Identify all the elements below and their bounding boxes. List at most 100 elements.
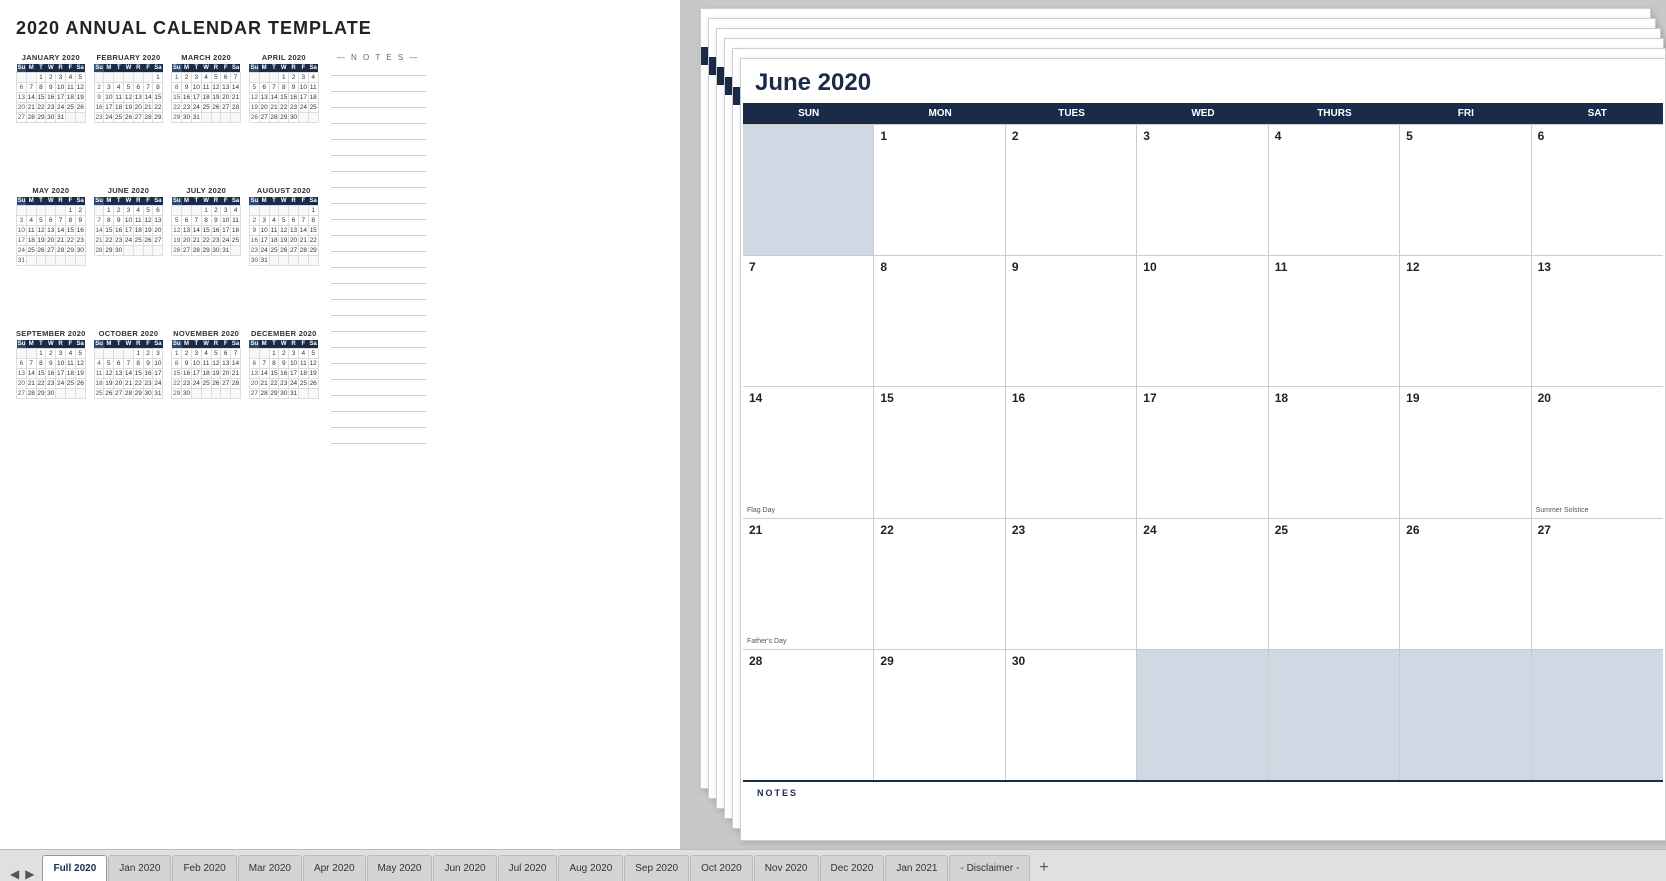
mini-cal-table-jun: SuMTWRFSa1234567891011121314151617181920… [94,197,164,256]
mini-cal-title-dec: DECEMBER 2020 [249,329,319,338]
mini-cal-table-dec: SuMTWRFSa1234567891011121314151617181920… [249,340,319,399]
nav-right-arrow[interactable]: ▶ [23,867,36,881]
june-day-27: 27 [1532,519,1663,649]
june-day-22: 22 [874,519,1005,649]
nav-left-arrow[interactable]: ◀ [8,867,21,881]
add-tab-button[interactable]: + [1031,855,1056,881]
right-panel: January 2020 SUNMONTUESWEDTHURSFRISAT Fe… [680,0,1666,849]
note-line [331,308,426,316]
june-day-19: 19 [1400,387,1531,517]
mini-calendars-grid: JANUARY 2020 SuMTWRFSa1234567891011121314… [16,53,319,452]
june-day-empty [743,125,874,255]
mini-cal-title-may: MAY 2020 [16,186,86,195]
mini-cal-title-aug: AUGUST 2020 [249,186,319,195]
mini-cal-nov: NOVEMBER 2020SuMTWRFSa123456789101112131… [171,329,241,452]
header-tues: TUES [1006,108,1137,119]
june-day-14: 14Flag Day [743,387,874,517]
june-body: 1 2 3 4 5 6 7 8 9 10 [743,124,1663,840]
mini-cal-table-mar: SuMTWRFSa1234567891011121314151617181920… [171,64,241,123]
tab-bar: ◀ ▶ Full 2020Jan 2020Feb 2020Mar 2020Apr… [0,849,1666,881]
june-day-16: 16 [1006,387,1137,517]
june-week-1: 1 2 3 4 5 6 [743,124,1663,255]
tab-aug-2020[interactable]: Aug 2020 [558,855,623,881]
tab-dec-2020[interactable]: Dec 2020 [820,855,885,881]
june-week-3: 14Flag Day 15 16 17 18 19 20Summer Solst… [743,386,1663,517]
annual-title: 2020 ANNUAL CALENDAR TEMPLATE [16,18,664,39]
june-day-8: 8 [874,256,1005,386]
june-notes: NOTES [743,780,1663,840]
note-line [331,324,426,332]
header-fri: FRI [1400,108,1531,119]
mini-cal-title-mar: MARCH 2020 [171,53,241,62]
june-day-12: 12 [1400,256,1531,386]
mini-cal-table-oct: SuMTWRFSa1234567891011121314151617181920… [94,340,164,399]
mini-cal-feb: FEBRUARY 2020SuMTWRFSa123456789101112131… [94,53,164,176]
june-day-15: 15 [874,387,1005,517]
mini-cal-table-jul: SuMTWRFSa1234567891011121314151617181920… [171,197,241,256]
note-line [331,68,426,76]
mini-cal-table-nov: SuMTWRFSa1234567891011121314151617181920… [171,340,241,399]
note-line [331,116,426,124]
june-day-empty-4 [1400,650,1531,780]
tab-nov-2020[interactable]: Nov 2020 [754,855,819,881]
page-jun: June 2020 SUN MON TUES WED THURS FRI SAT [740,58,1666,841]
mini-cal-title-jul: JULY 2020 [171,186,241,195]
note-line [331,420,426,428]
june-day-24: 24 [1137,519,1268,649]
notes-label: — N O T E S — [331,53,426,62]
tab-oct-2020[interactable]: Oct 2020 [690,855,753,881]
mini-cal-title-apr: APRIL 2020 [249,53,319,62]
mini-cal-title-jan: JANUARY 2020 [16,53,86,62]
note-line [331,132,426,140]
note-line [331,244,426,252]
fathers-day-event: Father's Day [747,638,786,645]
tab-jan-2021[interactable]: Jan 2021 [885,855,948,881]
note-line [331,100,426,108]
june-day-17: 17 [1137,387,1268,517]
tab-full-2020[interactable]: Full 2020 [42,855,107,881]
mini-cal-mar: MARCH 2020 SuMTWRFSa123456789101112131415… [171,53,241,176]
june-title: June 2020 [741,59,1665,103]
note-line [331,260,426,268]
note-line [331,292,426,300]
june-week-5: 28 29 30 [743,649,1663,780]
left-panel: 2020 ANNUAL CALENDAR TEMPLATE JANUARY 20… [0,0,680,849]
tab-apr-2020[interactable]: Apr 2020 [303,855,366,881]
notes-lines [331,68,426,444]
note-line [331,388,426,396]
june-day-empty-2 [1137,650,1268,780]
calendar-stack: January 2020 SUNMONTUESWEDTHURSFRISAT Fe… [680,0,1666,849]
mini-cal-table-jan: SuMTWRFSa1234567891011121314151617181920… [16,64,86,123]
june-day-9: 9 [1006,256,1137,386]
mini-cal-dec: DECEMBER 2020 SuMTWRFSa123456789101112131… [249,329,319,452]
tab-may-2020[interactable]: May 2020 [367,855,433,881]
main-area: 2020 ANNUAL CALENDAR TEMPLATE JANUARY 20… [0,0,1666,849]
june-calendar: June 2020 SUN MON TUES WED THURS FRI SAT [741,59,1665,840]
tab---disclaimer--[interactable]: - Disclaimer - [949,855,1030,881]
june-day-21: 21Father's Day [743,519,874,649]
tab-jul-2020[interactable]: Jul 2020 [498,855,558,881]
tab-sep-2020[interactable]: Sep 2020 [624,855,689,881]
mini-cal-title-sep: SEPTEMBER 2020 [16,329,86,338]
header-wed: WED [1137,108,1268,119]
june-day-13: 13 [1532,256,1663,386]
note-line [331,212,426,220]
june-day-30: 30 [1006,650,1137,780]
note-line [331,276,426,284]
mini-cal-table-feb: SuMTWRFSa1234567891011121314151617181920… [94,64,164,123]
tab-mar-2020[interactable]: Mar 2020 [238,855,302,881]
june-day-28: 28 [743,650,874,780]
notes-panel: — N O T E S — [331,53,426,452]
june-day-18: 18 [1269,387,1400,517]
tab-jan-2020[interactable]: Jan 2020 [108,855,171,881]
note-line [331,148,426,156]
note-line [331,196,426,204]
note-line [331,180,426,188]
mini-cal-sep: SEPTEMBER 2020SuMTWRFSa12345678910111213… [16,329,86,452]
june-header: SUN MON TUES WED THURS FRI SAT [743,103,1663,124]
mini-cal-table-apr: SuMTWRFSa1234567891011121314151617181920… [249,64,319,123]
note-line [331,404,426,412]
tab-feb-2020[interactable]: Feb 2020 [172,855,236,881]
note-line [331,340,426,348]
tab-jun-2020[interactable]: Jun 2020 [433,855,496,881]
